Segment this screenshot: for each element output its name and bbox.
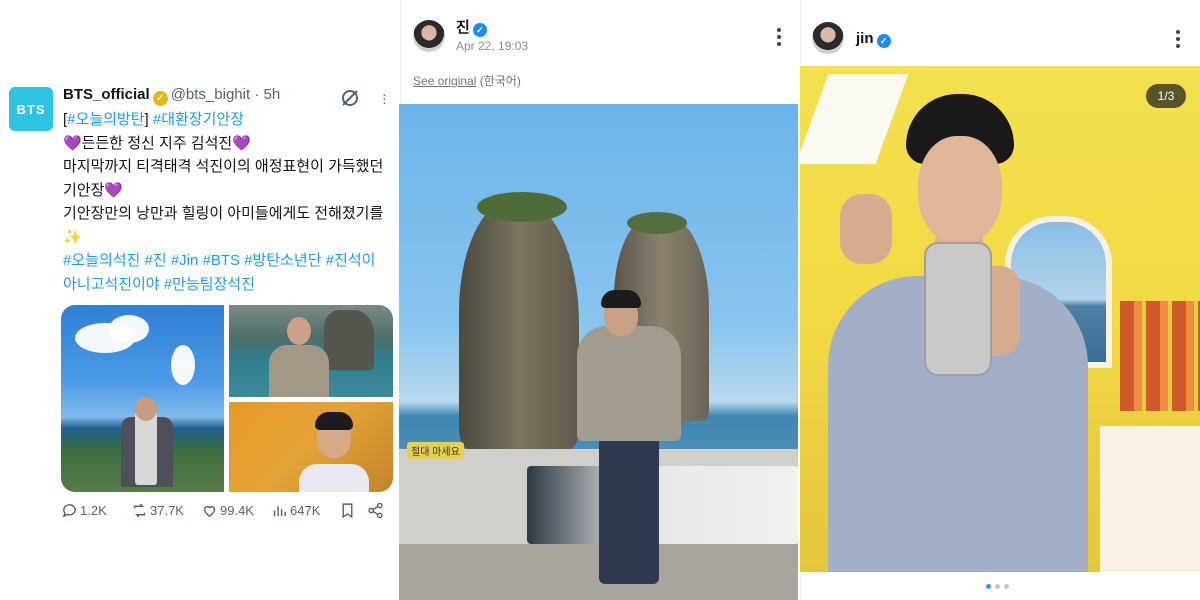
carousel-dot[interactable] [995,584,1000,589]
hashtag-links[interactable]: 아니고석진이야 #만능팀장석진 [63,273,393,297]
tweet-panel: BTS BTS_official ✓ @bts_bighit · 5h · · · [#… [0,0,400,600]
repost-icon [133,503,146,518]
user-handle[interactable]: @bts_bighit [171,86,250,103]
hashtag-link[interactable]: #오늘의방탄 [67,111,144,128]
hashtag-links[interactable]: #오늘의석진 #진 #Jin #BTS #방탄소년단 #진석이 [63,249,393,273]
right-more-icon[interactable] [1176,30,1180,51]
tweet-line: ✨ [63,228,82,246]
views-button[interactable]: 647K [271,502,320,519]
share-button[interactable] [367,502,386,519]
center-username[interactable]: 진 ✓ [456,16,487,37]
carousel-dot[interactable] [1004,584,1009,589]
tweet-media-grid[interactable] [61,305,393,492]
verified-icon: ✓ [876,34,891,48]
right-username[interactable]: jin ✓ [856,30,891,48]
center-post-date: Apr 22, 19:03 [456,39,529,53]
reply-icon [62,504,76,518]
repost-button[interactable]: 37.7K [131,502,184,519]
heart-icon [203,505,216,518]
see-original-link[interactable]: See original (한국어) [413,72,521,89]
tweet-text: [#오늘의방탄] #대환장기안장 💜든든한 정신 지주 김석진💜 마지막까지 티격태… [63,108,393,296]
reply-button[interactable]: 1.2K [61,502,107,519]
center-post-photo[interactable]: 절대 마세요 [399,104,798,600]
right-avatar[interactable] [812,22,844,54]
tweet-line: 기안장만의 낭만과 힐링이 아미들에게도 전해졌기를 [63,205,384,222]
bts-avatar[interactable]: BTS [9,87,53,131]
like-button[interactable]: 99.4K [201,502,254,519]
tweet-actions: 1.2K 37.7K 99.4K 647K [61,502,391,522]
bookmark-icon [342,503,353,519]
verified-icon: ✓ [472,23,487,37]
tweet-line: 마지막까지 티격태격 석진이의 애정표현이 가득했던 [63,158,384,175]
center-more-icon[interactable] [777,28,781,49]
right-post-photo[interactable] [800,66,1200,572]
post-time[interactable]: 5h [263,86,280,103]
gold-verified-icon: ✓ [152,91,168,106]
display-name[interactable]: BTS_official [63,86,150,103]
carousel-dots [986,584,1009,589]
tweet-line: 기안장💜 [63,181,124,199]
center-avatar[interactable] [413,20,445,52]
media-photo-3[interactable] [229,402,393,492]
grok-icon[interactable] [340,88,360,108]
tweet-line: [#오늘의방탄] #대환장기안장 [63,108,393,132]
media-photo-2[interactable] [229,305,393,397]
share-icon [368,502,383,519]
warning-sign: 절대 마세요 [407,442,464,459]
media-photo-1[interactable] [61,305,224,492]
hashtag-link[interactable]: #대환장기안장 [153,111,244,128]
carousel-dot[interactable] [986,584,991,589]
views-icon [273,506,286,517]
separator-dot: · [254,86,260,103]
bookmark-button[interactable] [339,502,358,519]
carousel-counter: 1/3 [1146,84,1186,108]
tweet-header: BTS_official ✓ @bts_bighit · 5h [63,86,280,106]
bracket-text: ] [144,111,153,128]
more-options-icon[interactable]: · · · [382,87,387,109]
tweet-line: 💜든든한 정신 지주 김석진💜 [63,134,251,152]
